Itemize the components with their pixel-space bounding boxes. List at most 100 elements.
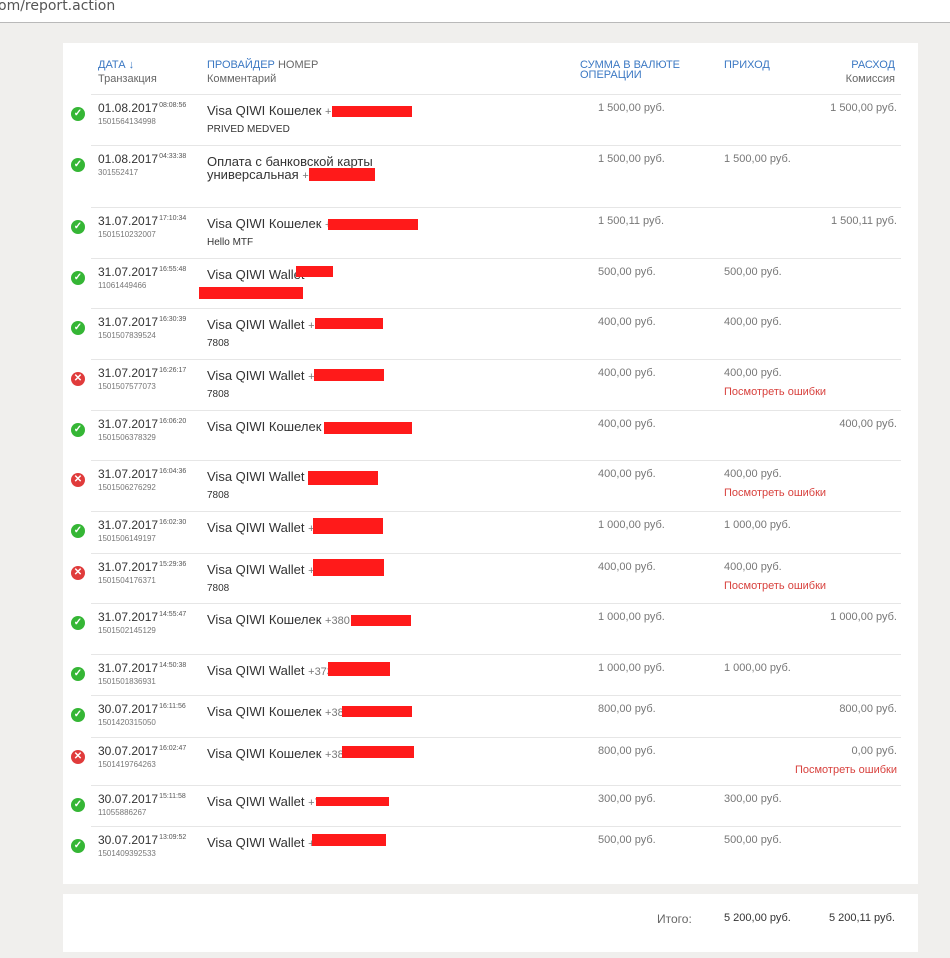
- provider-name: Visa QIWI Кошелек +38: [207, 704, 344, 719]
- transaction-date: 31.07.201717:10:34: [98, 214, 187, 228]
- transaction-time: 16:30:39: [159, 316, 187, 323]
- totals-label: Итого:: [657, 912, 692, 926]
- address-url: om/report.action: [0, 0, 116, 14]
- transaction-row[interactable]: ✓ 30.07.201716:11:56 1501420315050 Visa QIW…: [71, 695, 901, 738]
- sort-by-amount-link[interactable]: СУММА В ВАЛЮТЕ ОПЕРАЦИИ: [580, 60, 680, 81]
- redaction-mark: [324, 422, 412, 434]
- redaction-mark: [316, 797, 389, 806]
- sort-by-expense-link[interactable]: РАСХОД: [851, 60, 895, 71]
- provider-name: Visa QIWI Wallet +: [207, 836, 315, 851]
- recipient-number: +: [325, 106, 332, 118]
- transaction-row[interactable]: ✓ 31.07.201716:30:39 1501507839524 Visa QIW…: [71, 308, 901, 360]
- view-errors-link[interactable]: Посмотреть ошибки: [724, 580, 826, 592]
- sort-by-date-link[interactable]: ДАТА ↓: [98, 60, 134, 71]
- redaction-mark: [313, 518, 383, 534]
- recipient-number: +38: [325, 749, 344, 761]
- operation-amount: 400,00 руб.: [598, 367, 656, 379]
- success-check-icon: ✓: [71, 271, 85, 285]
- transaction-row[interactable]: ✓ 31.07.201714:50:38 1501501836931 Visa QIW…: [71, 654, 901, 696]
- sort-by-income-link[interactable]: ПРИХОД: [724, 60, 770, 71]
- transaction-row[interactable]: ✓ 30.07.201715:11:58 11055886267 Visa QIWI …: [71, 785, 901, 827]
- transaction-row[interactable]: ✕ 31.07.201715:29:36 1501504176371 Visa QIW…: [71, 553, 901, 604]
- transaction-column-label: Транзакция: [98, 73, 157, 85]
- transaction-row[interactable]: ✕ 31.07.201716:04:36 1501506276292 Visa QIW…: [71, 460, 901, 512]
- transaction-comment: PRIVED MEDVED: [207, 124, 290, 135]
- transaction-comment: Hello MTF: [207, 237, 254, 248]
- transaction-comment: 7808: [207, 389, 230, 400]
- transaction-row[interactable]: ✓ 31.07.201716:02:30 1501506149197 Visa QIW…: [71, 511, 901, 554]
- provider-name: Visa QIWI Wallet +: [207, 562, 315, 577]
- provider-name: Visa QIWI Кошелек +: [207, 103, 332, 118]
- provider-name: Visa QIWI Wallet +7: [207, 369, 321, 384]
- transaction-date: 31.07.201715:29:36: [98, 560, 187, 574]
- transaction-row[interactable]: ✓ 31.07.201714:55:47 1501502145129 Visa QIW…: [71, 603, 901, 655]
- operation-amount: 1 000,00 руб.: [598, 519, 665, 531]
- expense-amount: 1 000,00 руб.: [830, 611, 897, 623]
- transaction-time: 13:09:52: [159, 834, 187, 841]
- transaction-time: 14:55:47: [159, 611, 187, 618]
- operation-amount: 1 000,00 руб.: [598, 611, 665, 623]
- view-errors-link[interactable]: Посмотреть ошибки: [795, 764, 897, 776]
- transaction-id: 1501409392533: [98, 849, 156, 858]
- income-amount: 400,00 руб.: [724, 561, 782, 573]
- transaction-row[interactable]: ✓ 30.07.201713:09:52 1501409392533 Visa QIW…: [71, 826, 901, 868]
- redaction-mark: [332, 106, 412, 117]
- success-check-icon: ✓: [71, 321, 85, 335]
- operation-amount: 400,00 руб.: [598, 316, 656, 328]
- transaction-id: 1501507577073: [98, 382, 156, 391]
- success-check-icon: ✓: [71, 158, 85, 172]
- success-check-icon: ✓: [71, 524, 85, 538]
- success-check-icon: ✓: [71, 220, 85, 234]
- expense-amount: 800,00 руб.: [839, 703, 897, 715]
- expense-amount: 0,00 руб.: [851, 745, 897, 757]
- operation-amount: 1 000,00 руб.: [598, 662, 665, 674]
- transaction-id: 1501504176371: [98, 576, 156, 585]
- transaction-time: 15:29:36: [159, 561, 187, 568]
- redaction-mark: [312, 834, 386, 846]
- transaction-row[interactable]: ✓ 31.07.201717:10:34 1501510232007 Visa QIW…: [71, 207, 901, 259]
- provider-name: Visa QIWI Кошелек +380: [207, 612, 350, 627]
- transaction-row[interactable]: ✕ 31.07.201716:26:17 1501507577073 Visa QIW…: [71, 359, 901, 411]
- redaction-mark: [308, 471, 378, 485]
- transaction-row[interactable]: ✕ 30.07.201716:02:47 1501419764263 Visa QIW…: [71, 737, 901, 786]
- transaction-id: 1501420315050: [98, 718, 156, 727]
- operation-amount: 1 500,00 руб.: [598, 102, 665, 114]
- redaction-mark: [309, 168, 375, 181]
- redaction-mark: [342, 746, 414, 758]
- operation-amount: 500,00 руб.: [598, 266, 656, 278]
- transaction-row[interactable]: ✓ 01.08.201704:33:38 301552417 Оплата с бан…: [71, 145, 901, 208]
- redaction-mark: [315, 318, 383, 329]
- operation-amount: 500,00 руб.: [598, 834, 656, 846]
- commission-column-label: Комиссия: [845, 73, 895, 85]
- transaction-date: 30.07.201716:11:56: [98, 702, 186, 716]
- transaction-id: 1501507839524: [98, 331, 156, 340]
- transaction-id: 1501501836931: [98, 677, 156, 686]
- error-cross-icon: ✕: [71, 473, 85, 487]
- operation-amount: 1 500,11 руб.: [598, 215, 665, 227]
- transaction-row[interactable]: ✓ 01.08.201708:08:56 1501564134998 Visa QIW…: [71, 94, 901, 146]
- income-amount: 1 000,00 руб.: [724, 519, 791, 531]
- transaction-time: 04:33:38: [159, 153, 187, 160]
- transaction-time: 16:04:36: [159, 468, 187, 475]
- transaction-time: 17:10:34: [159, 215, 187, 222]
- income-amount: 400,00 руб.: [724, 316, 782, 328]
- transaction-time: 16:02:30: [159, 519, 187, 526]
- sort-by-provider-link[interactable]: ПРОВАЙДЕР: [207, 59, 275, 71]
- transaction-row[interactable]: ✓ 31.07.201716:55:48 11061449466 Visa QIWI …: [71, 258, 901, 309]
- transaction-date: 31.07.201716:55:48: [98, 265, 187, 279]
- transaction-row[interactable]: ✓ 31.07.201716:06:20 1501506378329 Visa QIW…: [71, 410, 901, 461]
- transaction-id: 1501506378329: [98, 433, 156, 442]
- address-bar[interactable]: om/report.action: [0, 0, 950, 23]
- transaction-time: 16:55:48: [159, 266, 187, 273]
- provider-name: Visa QIWI Wallet +373: [207, 663, 333, 678]
- transaction-id: 11061449466: [98, 281, 147, 290]
- redaction-mark: [296, 266, 333, 277]
- operation-amount: 400,00 руб.: [598, 418, 656, 430]
- transaction-time: 16:11:56: [159, 703, 186, 710]
- view-errors-link[interactable]: Посмотреть ошибки: [724, 386, 826, 398]
- provider-name: Visa QIWI Wallet +: [207, 317, 315, 332]
- redaction-mark: [328, 219, 418, 230]
- view-errors-link[interactable]: Посмотреть ошибки: [724, 487, 826, 499]
- success-check-icon: ✓: [71, 423, 85, 437]
- transaction-id: 11055886267: [98, 808, 147, 817]
